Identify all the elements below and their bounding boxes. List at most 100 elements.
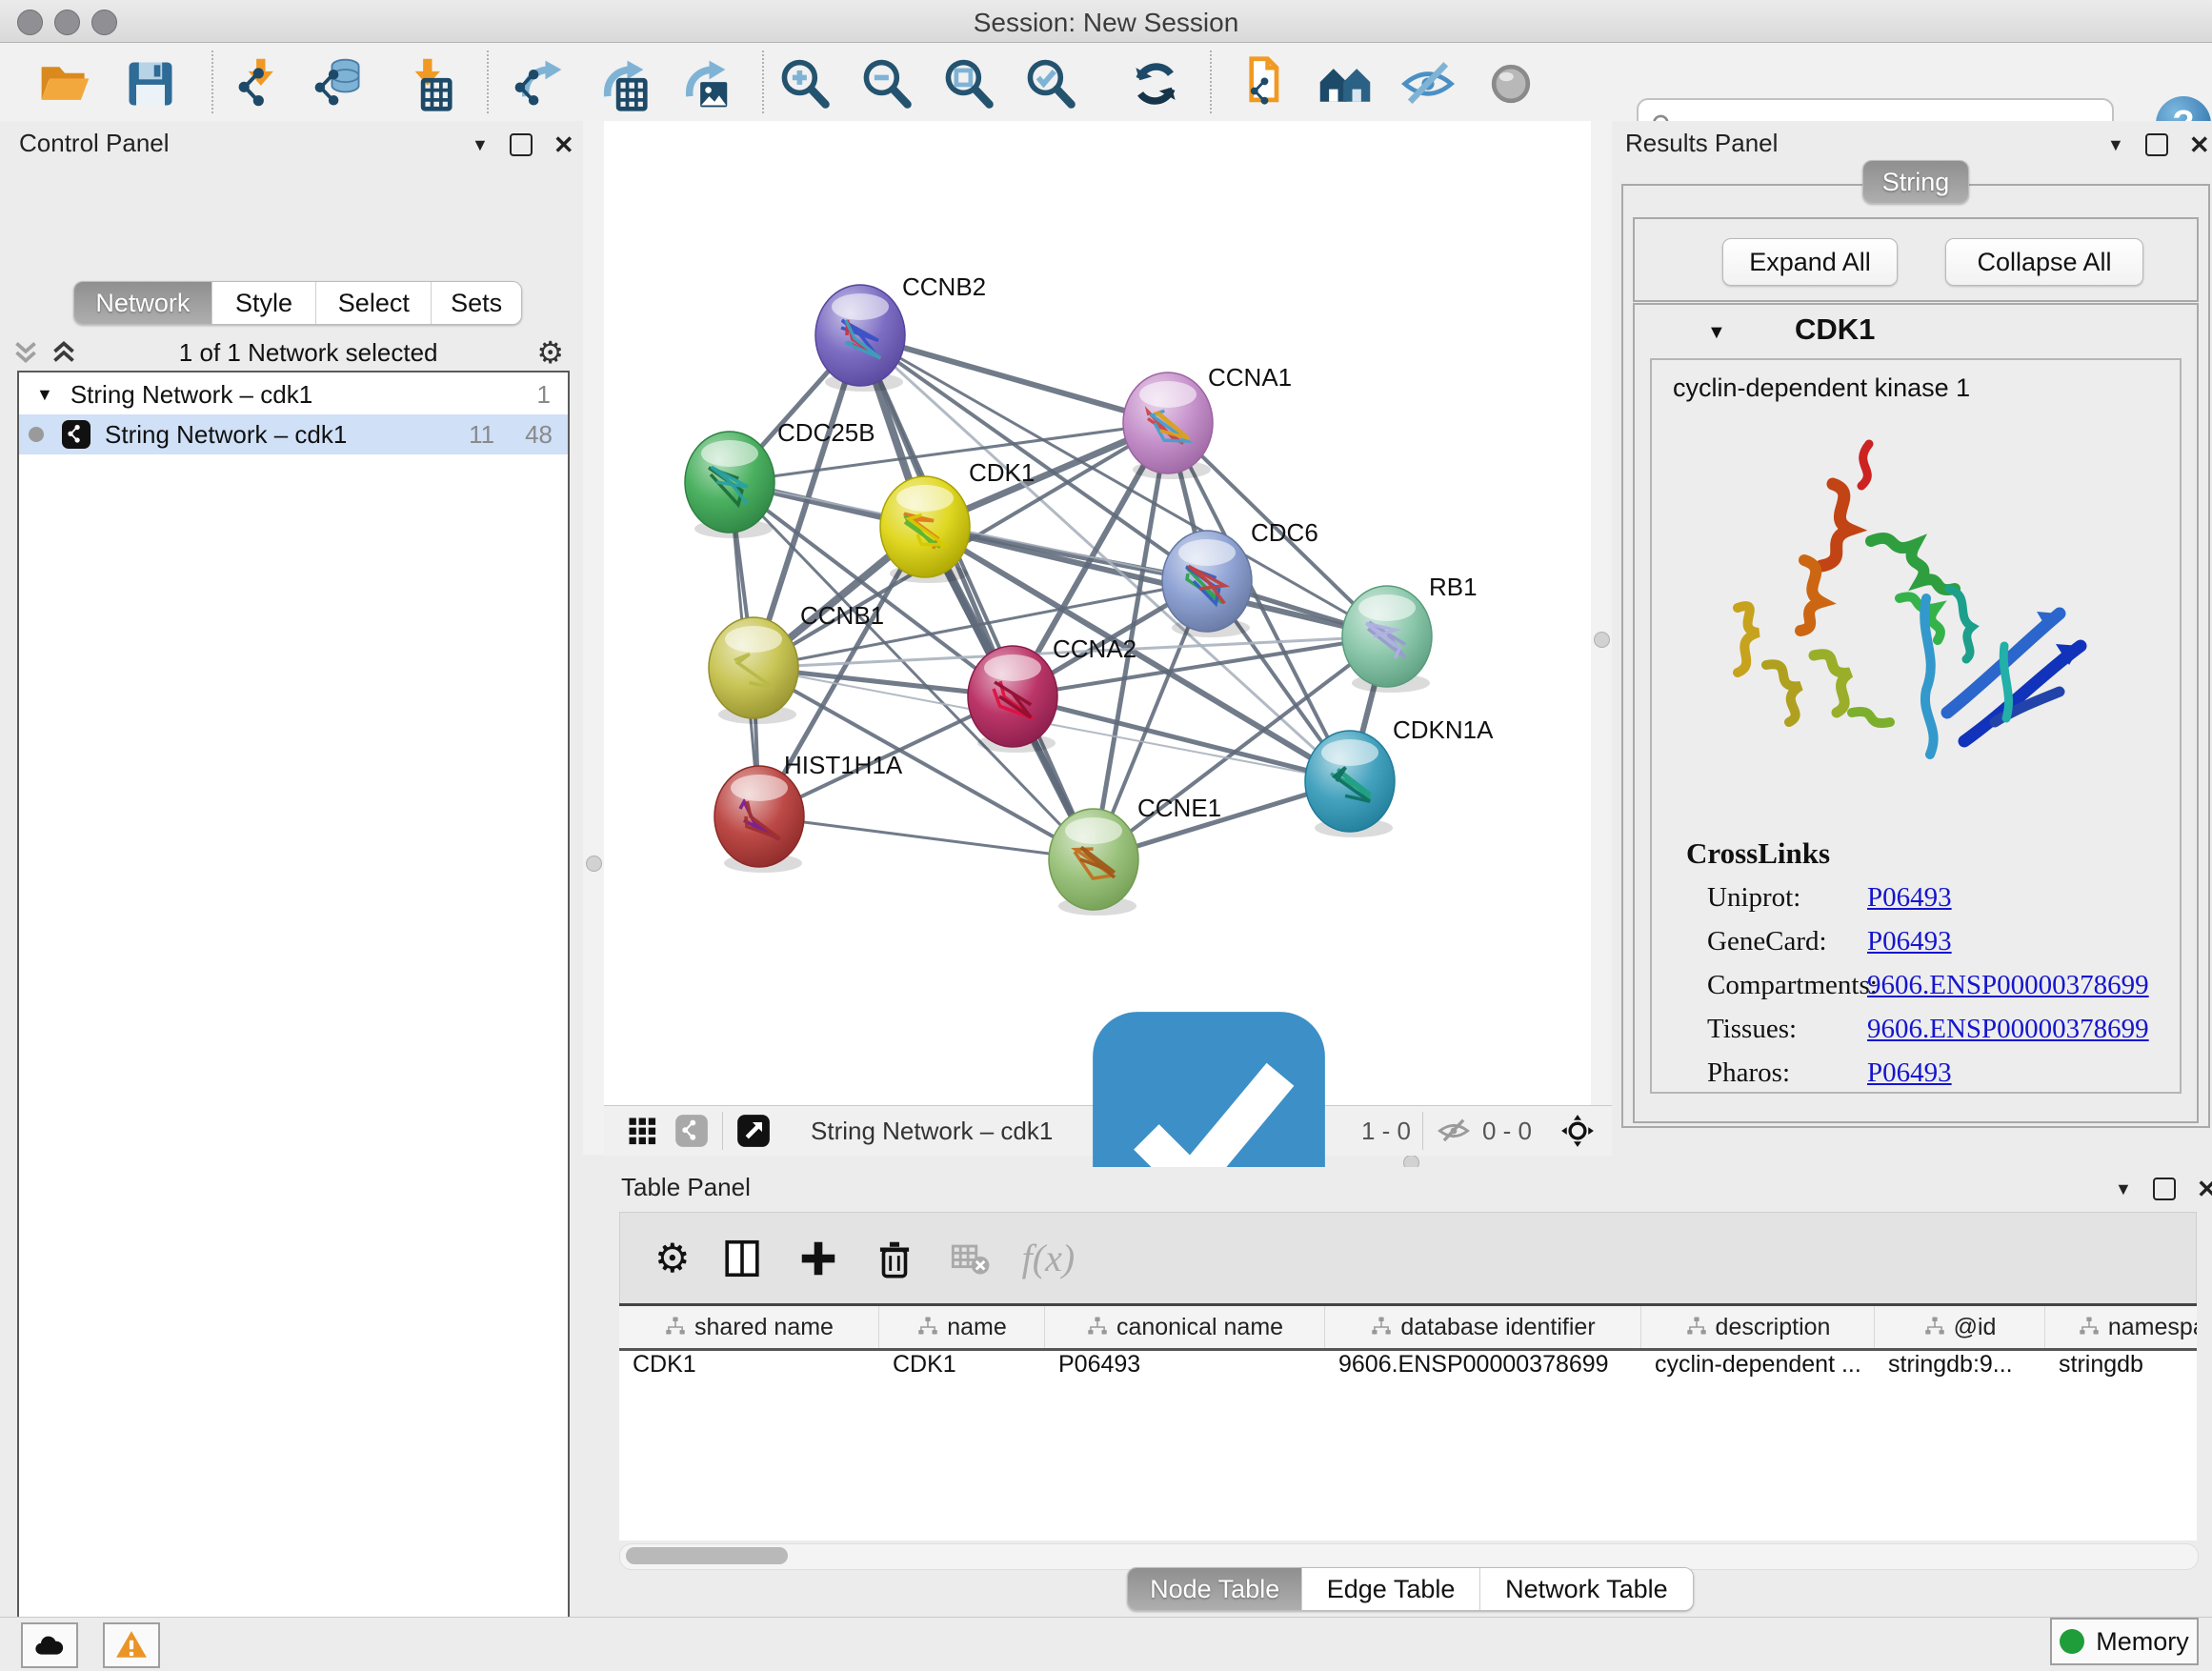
tab-edge-table[interactable]: Edge Table xyxy=(1301,1568,1478,1610)
panel-float-icon[interactable] xyxy=(2145,133,2168,156)
network-share-icon[interactable] xyxy=(673,1112,711,1150)
column-header-shared-name[interactable]: shared name xyxy=(619,1306,879,1348)
houses-icon[interactable] xyxy=(1315,53,1376,114)
network-graph[interactable]: CCNB2CCNA1CDC25BCDK1CDC6RB1CCNB1CCNA2CDK… xyxy=(604,121,1591,1105)
export-network-icon[interactable] xyxy=(508,53,569,114)
tab-style[interactable]: Style xyxy=(211,282,316,324)
panel-float-icon[interactable] xyxy=(510,133,533,156)
gene-detail-box: cyclin-dependent kinase 1 xyxy=(1650,358,2182,1094)
scrollbar-thumb[interactable] xyxy=(626,1547,788,1564)
network-from-file-icon[interactable] xyxy=(1232,53,1293,114)
import-network-database-icon[interactable] xyxy=(308,53,369,114)
network-edge[interactable] xyxy=(860,335,1094,859)
warning-icon[interactable] xyxy=(103,1622,160,1668)
tab-network-table[interactable]: Network Table xyxy=(1479,1568,1693,1610)
table-cell[interactable]: stringdb xyxy=(2045,1351,2197,1389)
network-canvas[interactable]: CCNB2CCNA1CDC25BCDK1CDC6RB1CCNB1CCNA2CDK… xyxy=(604,121,1591,1105)
birds-eye-grid-icon[interactable] xyxy=(623,1112,661,1150)
refresh-icon[interactable] xyxy=(1125,53,1186,114)
crosslink-value-link[interactable]: P06493 xyxy=(1867,1057,1952,1089)
tab-network[interactable]: Network xyxy=(74,282,211,324)
column-header-database-identifier[interactable]: database identifier xyxy=(1325,1306,1641,1348)
save-session-icon[interactable] xyxy=(120,53,181,114)
table-cell[interactable]: cyclin-dependent ... xyxy=(1641,1351,1875,1389)
results-panel-title: Results Panel xyxy=(1625,129,1778,158)
network-row[interactable]: String Network – cdk1 11 48 xyxy=(19,414,568,454)
tab-select[interactable]: Select xyxy=(315,282,431,324)
table-panel: Table Panel ▼ ✕ ⚙ f(x) shared namenameca… xyxy=(604,1167,2212,1614)
panel-close-icon[interactable]: ✕ xyxy=(2197,1179,2212,1198)
panel-menu-icon[interactable]: ▼ xyxy=(2107,135,2124,155)
zoom-fit-icon[interactable] xyxy=(938,53,999,114)
import-network-file-icon[interactable] xyxy=(228,53,289,114)
delete-column-icon[interactable] xyxy=(870,1234,919,1283)
crosslink-value-link[interactable]: P06493 xyxy=(1867,882,1952,914)
panel-menu-icon[interactable]: ▼ xyxy=(472,135,489,155)
zoom-in-icon[interactable] xyxy=(774,53,835,114)
collection-expand-icon[interactable]: ▼ xyxy=(36,385,53,405)
node-label-CDKN1A: CDKN1A xyxy=(1393,715,1494,744)
table-cell[interactable]: 9606.ENSP00000378699 xyxy=(1325,1351,1641,1389)
panel-close-icon[interactable]: ✕ xyxy=(2189,135,2210,154)
cloud-icon[interactable] xyxy=(21,1622,78,1668)
column-header-canonical-name[interactable]: canonical name xyxy=(1045,1306,1325,1348)
crosslink-value-link[interactable]: 9606.ENSP00000378699 xyxy=(1867,1014,2149,1045)
column-header-@id[interactable]: @id xyxy=(1875,1306,2045,1348)
crosslink-value-link[interactable]: 9606.ENSP00000378699 xyxy=(1867,970,2149,1001)
column-header-description[interactable]: description xyxy=(1641,1306,1875,1348)
gene-description: cyclin-dependent kinase 1 xyxy=(1673,373,1970,403)
application-window: Session: New Session ? Control Panel xyxy=(0,0,2212,1671)
memory-button[interactable]: Memory xyxy=(2050,1618,2199,1665)
table-cell[interactable]: stringdb:9... xyxy=(1875,1351,2045,1389)
table-cell[interactable]: CDK1 xyxy=(879,1351,1045,1389)
detach-view-icon[interactable] xyxy=(734,1112,773,1150)
table-row[interactable]: CDK1CDK1P064939606.ENSP00000378699cyclin… xyxy=(619,1351,2197,1389)
network-node-count: 11 xyxy=(469,420,494,450)
table-horizontal-scrollbar[interactable] xyxy=(619,1543,2199,1570)
column-label: shared name xyxy=(694,1314,834,1341)
table-cell[interactable]: CDK1 xyxy=(619,1351,879,1389)
panel-close-icon[interactable]: ✕ xyxy=(553,135,574,154)
add-column-icon[interactable] xyxy=(794,1234,843,1283)
status-bar: Memory xyxy=(0,1617,2212,1671)
crosslink-value-link[interactable]: P06493 xyxy=(1867,926,1952,957)
right-splitter-handle[interactable] xyxy=(1594,632,1610,648)
column-header-namespace[interactable]: namespace xyxy=(2045,1306,2197,1348)
export-table-icon[interactable] xyxy=(590,53,651,114)
gene-collapse-icon[interactable]: ▼ xyxy=(1707,322,1726,344)
tab-string[interactable]: String xyxy=(1863,161,1968,203)
panel-float-icon[interactable] xyxy=(2153,1178,2176,1200)
tab-node-table[interactable]: Node Table xyxy=(1128,1568,1301,1610)
import-table-file-icon[interactable] xyxy=(394,53,455,114)
memory-status-dot xyxy=(2060,1629,2084,1654)
eye-slash-icon[interactable] xyxy=(1398,53,1458,114)
open-session-icon[interactable] xyxy=(34,53,95,114)
network-tree: ▼ String Network – cdk1 1 String Network… xyxy=(17,371,570,1671)
node-label-CDK1: CDK1 xyxy=(969,458,1035,487)
collapse-all-button[interactable]: Collapse All xyxy=(1945,238,2143,286)
table-options-gear-icon[interactable]: ⚙ xyxy=(654,1235,691,1281)
left-splitter[interactable] xyxy=(583,121,604,1155)
collapse-all-networks-icon[interactable] xyxy=(10,336,42,369)
table-cell[interactable]: P06493 xyxy=(1045,1351,1325,1389)
fit-selected-crosshair-icon[interactable] xyxy=(1558,1112,1597,1150)
gene-title: CDK1 xyxy=(1795,312,1875,347)
network-view-title: String Network – cdk1 xyxy=(811,1117,1053,1146)
expand-all-button[interactable]: Expand All xyxy=(1722,238,1898,286)
column-header-name[interactable]: name xyxy=(879,1306,1045,1348)
zoom-out-icon[interactable] xyxy=(856,53,917,114)
network-edge[interactable] xyxy=(759,816,1094,859)
zoom-selected-icon[interactable] xyxy=(1020,53,1081,114)
tab-sets[interactable]: Sets xyxy=(431,282,521,324)
left-splitter-handle[interactable] xyxy=(586,856,602,872)
network-collection-row[interactable]: ▼ String Network – cdk1 1 xyxy=(19,374,568,414)
expand-all-networks-icon[interactable] xyxy=(48,336,80,369)
show-columns-icon[interactable] xyxy=(717,1234,767,1283)
sphere-icon[interactable] xyxy=(1480,53,1541,114)
panel-menu-icon[interactable]: ▼ xyxy=(2115,1179,2132,1199)
node-label-CCNB2: CCNB2 xyxy=(902,272,986,301)
right-splitter[interactable] xyxy=(1591,121,1612,1105)
export-image-icon[interactable] xyxy=(672,53,733,114)
network-options-gear-icon[interactable]: ⚙ xyxy=(536,334,564,371)
protein-structure-image xyxy=(1709,427,2119,798)
